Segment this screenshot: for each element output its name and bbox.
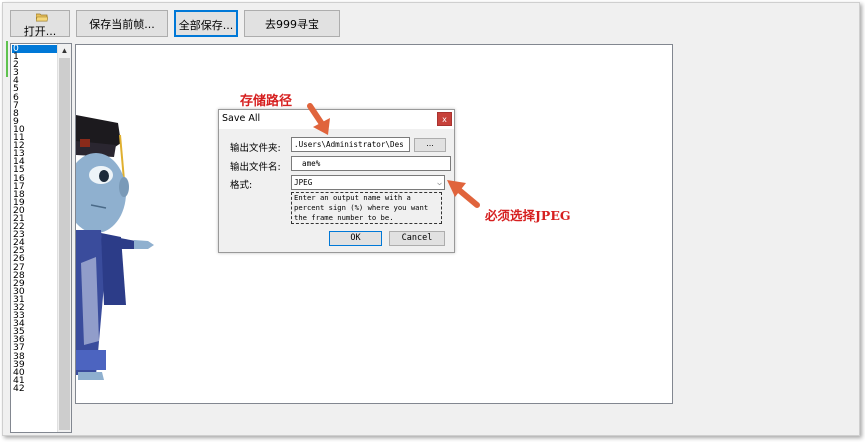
arrow-to-format-icon [447, 180, 480, 208]
annotation-arrows [307, 103, 480, 208]
arrow-to-folder-icon [307, 103, 330, 135]
